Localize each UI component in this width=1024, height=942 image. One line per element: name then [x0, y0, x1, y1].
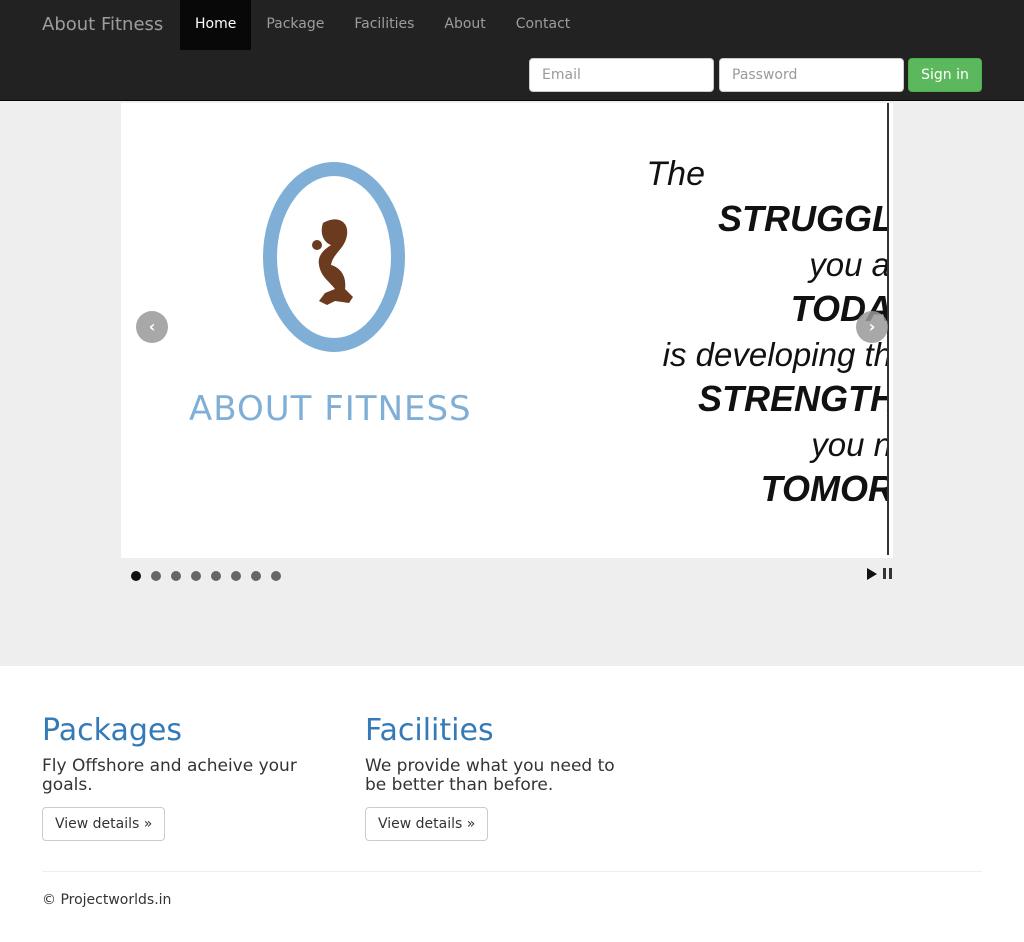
main-nav: Home Package Facilities About Contact: [180, 0, 585, 50]
carousel-next-button[interactable]: ›: [856, 311, 888, 343]
nav-item-package[interactable]: Package: [251, 0, 339, 50]
chevron-right-icon: ›: [868, 317, 876, 336]
facilities-section: Facilities We provide what you need to b…: [365, 714, 640, 841]
pause-icon[interactable]: [883, 568, 893, 579]
carousel-indicator[interactable]: [231, 571, 241, 581]
carousel-indicator[interactable]: [151, 571, 161, 581]
carousel-indicator[interactable]: [271, 571, 281, 581]
facilities-details-button[interactable]: View details »: [365, 807, 489, 841]
carousel-slide: ABOUT FITNESS The STRUGGL you a TODA is …: [121, 103, 893, 558]
carousel-indicator[interactable]: [131, 571, 141, 581]
signin-button[interactable]: Sign in: [908, 58, 982, 92]
carousel-indicators: [131, 571, 281, 581]
carousel-indicator[interactable]: [251, 571, 261, 581]
quote-line: you n: [811, 426, 888, 463]
navbar: About Fitness Home Package Facilities Ab…: [0, 0, 1024, 101]
brand-link[interactable]: About Fitness: [42, 13, 163, 37]
packages-section: Packages Fly Offshore and acheive your g…: [42, 714, 332, 841]
carousel-indicator[interactable]: [191, 571, 201, 581]
play-icon[interactable]: [867, 568, 877, 580]
quote-line: The: [646, 155, 705, 193]
packages-heading: Packages: [42, 713, 182, 748]
quote-line: TOMOR: [760, 468, 888, 509]
footer-divider: [42, 871, 982, 872]
carousel-indicator[interactable]: [171, 571, 181, 581]
nav-item-about[interactable]: About: [429, 0, 500, 50]
quote-line: is developing th: [662, 336, 888, 373]
nav-item-facilities[interactable]: Facilities: [339, 0, 429, 50]
facilities-text: We provide what you need to be better th…: [365, 756, 615, 795]
password-field[interactable]: [719, 58, 904, 92]
carousel-prev-button[interactable]: ‹: [136, 311, 168, 343]
quote-line: STRUGGL: [718, 198, 888, 239]
quote-line: STRENGTH: [698, 378, 888, 419]
footer-copyright: © Projectworlds.in: [42, 892, 172, 908]
facilities-heading: Facilities: [365, 713, 494, 748]
quote-image: The STRUGGL you a TODA is developing th …: [121, 103, 888, 558]
quote-line: you a: [809, 246, 888, 283]
packages-text: Fly Offshore and acheive your goals.: [42, 756, 297, 795]
hero-carousel: ABOUT FITNESS The STRUGGL you a TODA is …: [0, 101, 1024, 666]
nav-item-home[interactable]: Home: [180, 0, 252, 50]
nav-item-contact[interactable]: Contact: [501, 0, 585, 50]
email-field[interactable]: [529, 58, 714, 92]
packages-details-button[interactable]: View details »: [42, 807, 166, 841]
chevron-left-icon: ‹: [148, 317, 156, 336]
carousel-indicator[interactable]: [211, 571, 221, 581]
